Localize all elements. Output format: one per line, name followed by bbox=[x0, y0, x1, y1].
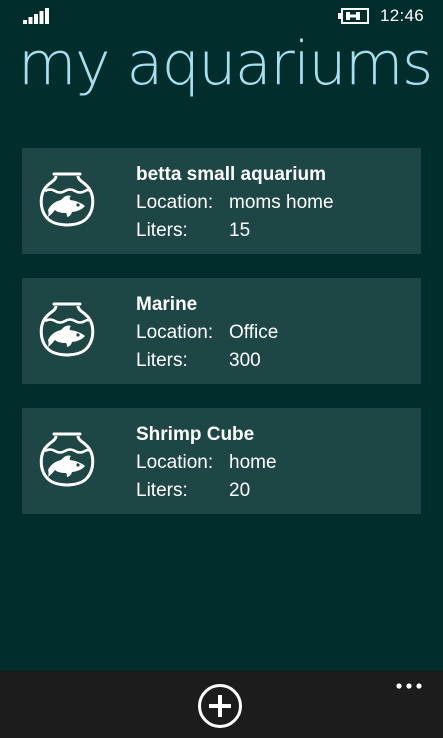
status-clock: 12:46 bbox=[380, 6, 425, 25]
location-value: moms home bbox=[229, 192, 334, 213]
aquarium-name: Marine bbox=[136, 294, 198, 315]
liters-label: Liters: bbox=[136, 350, 188, 371]
liters-value: 20 bbox=[229, 480, 251, 501]
location-value: Office bbox=[229, 322, 279, 343]
liters-label: Liters: bbox=[136, 480, 188, 501]
location-row: Location: moms home bbox=[136, 192, 334, 214]
location-row: Location: home bbox=[136, 452, 277, 474]
add-circle-icon[interactable] bbox=[197, 683, 243, 729]
liters-row: Liters: 20 bbox=[136, 480, 250, 502]
fishbowl-icon bbox=[39, 302, 95, 357]
aquarium-name: betta small aquarium bbox=[136, 164, 327, 185]
battery-charging-icon bbox=[338, 8, 369, 24]
location-value: home bbox=[229, 452, 277, 473]
liters-row: Liters: 300 bbox=[136, 350, 261, 372]
aquarium-list: betta small aquarium Location: moms home … bbox=[22, 148, 421, 538]
liters-label: Liters: bbox=[136, 220, 188, 241]
liters-row: Liters: 15 bbox=[136, 220, 250, 242]
aquarium-card[interactable]: Shrimp Cube Location: home Liters: 20 bbox=[22, 408, 421, 514]
aquarium-card[interactable]: Marine Location: Office Liters: 300 bbox=[22, 278, 421, 384]
aquarium-name: Shrimp Cube bbox=[136, 424, 255, 445]
aquarium-card[interactable]: betta small aquarium Location: moms home … bbox=[22, 148, 421, 254]
signal-bars-icon bbox=[23, 8, 49, 24]
fishbowl-icon bbox=[39, 172, 95, 227]
location-label: Location: bbox=[136, 452, 214, 473]
status-bar: 12:46 bbox=[0, 0, 443, 32]
liters-value: 15 bbox=[229, 220, 251, 241]
location-label: Location: bbox=[136, 192, 214, 213]
location-row: Location: Office bbox=[136, 322, 278, 344]
app-bar bbox=[0, 671, 443, 738]
fishbowl-icon bbox=[39, 432, 95, 487]
location-label: Location: bbox=[136, 322, 214, 343]
page-title: my aquariums bbox=[18, 29, 433, 99]
liters-value: 300 bbox=[229, 350, 261, 371]
more-dots-icon[interactable] bbox=[394, 679, 424, 693]
